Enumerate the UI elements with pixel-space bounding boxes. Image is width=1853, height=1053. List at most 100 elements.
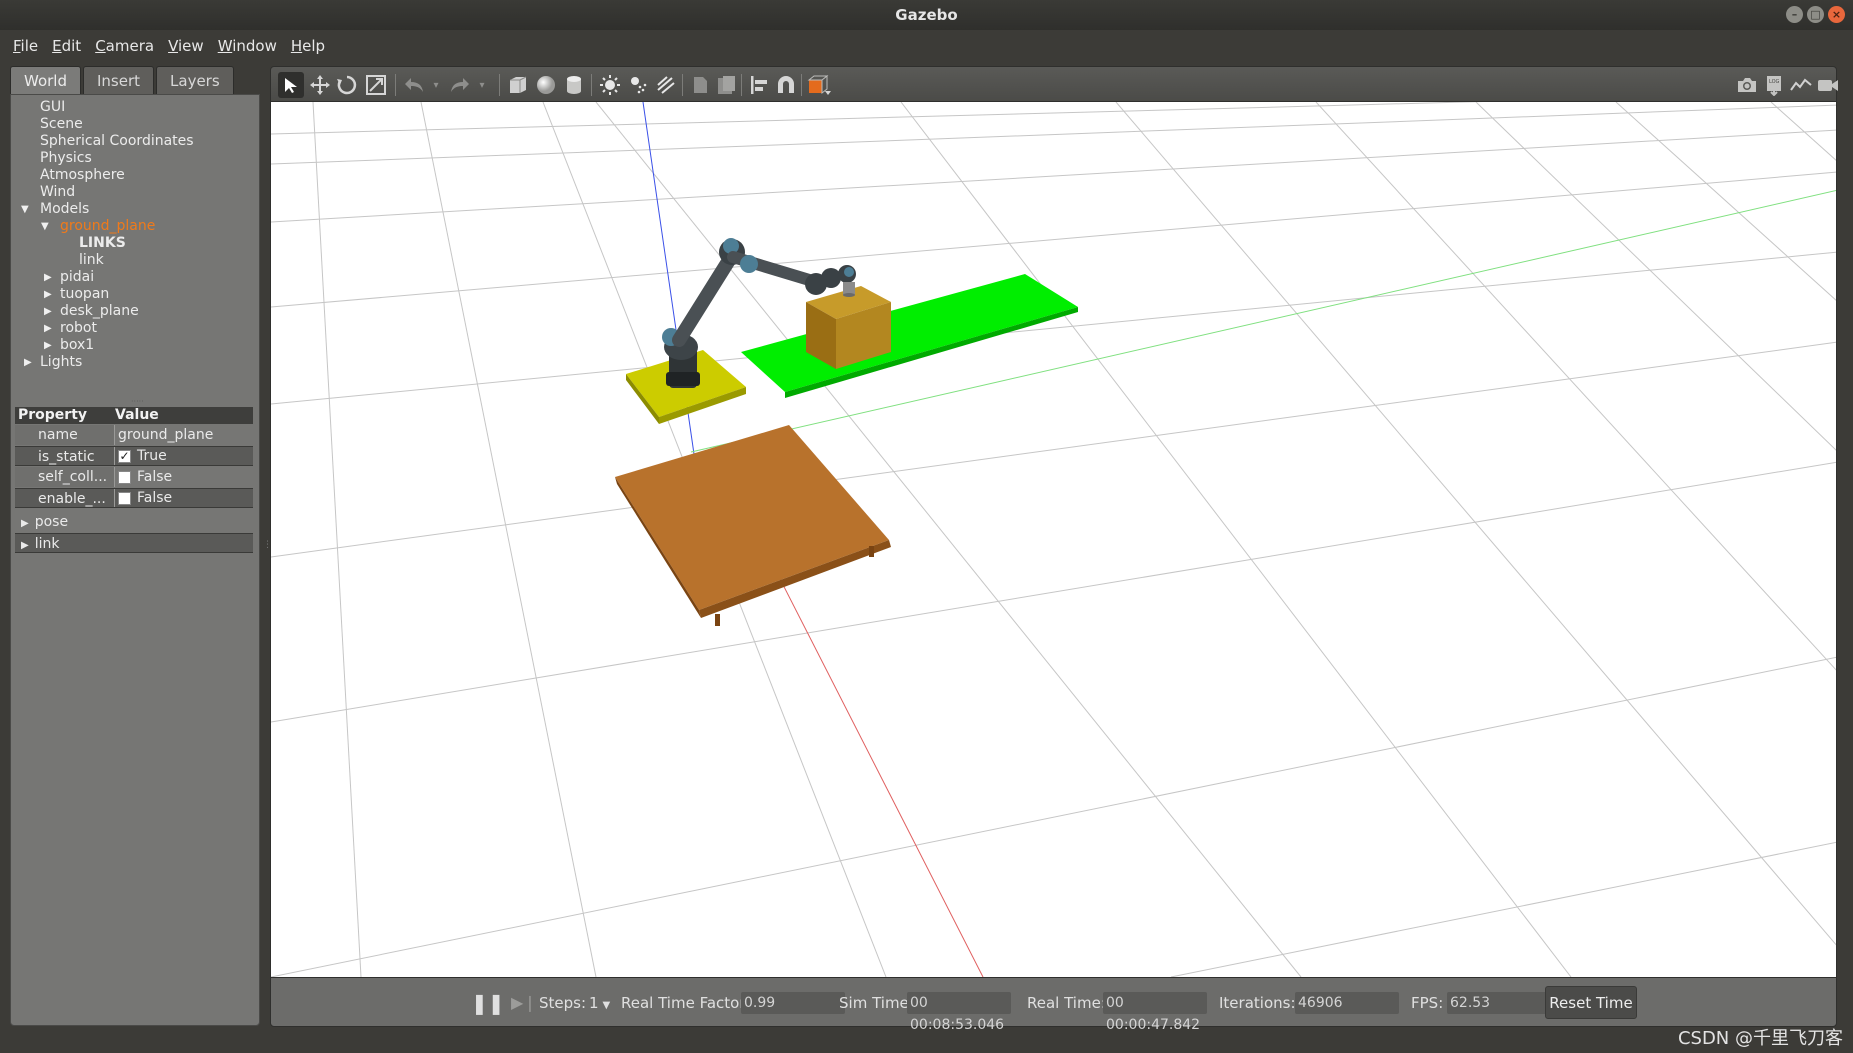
window-title: Gazebo [895,6,958,24]
plot-icon[interactable] [1788,72,1814,98]
toolbar-separator [591,74,592,96]
property-value: False [137,469,173,485]
collapsed-arrow-icon[interactable]: ▶ [24,354,32,371]
tree-item-scene[interactable]: Scene [15,116,255,133]
directional-light-icon[interactable] [653,72,679,98]
panel-tabs: World Insert Layers [10,66,260,94]
menu-file[interactable]: File [6,37,45,55]
menu-help[interactable]: Help [284,37,332,55]
tree-item-wind[interactable]: Wind [15,184,255,201]
self-collide-checkbox[interactable] [118,470,131,484]
property-group-label: link [34,536,60,552]
collapsed-arrow-icon[interactable]: ▶ [44,303,52,320]
spot-light-icon[interactable] [625,72,651,98]
video-icon[interactable] [1815,72,1841,98]
snap-icon[interactable] [773,72,799,98]
expanded-arrow-icon[interactable]: ▼ [41,218,49,235]
is-static-checkbox[interactable]: ✓ [118,449,131,463]
tree-item-link[interactable]: link [15,252,255,269]
menu-window[interactable]: Window [211,37,284,55]
steps-spinner[interactable]: 1 ▼ [589,978,610,1028]
tree-item-robot[interactable]: ▶ robot [15,320,255,337]
enable-wind-checkbox[interactable] [118,491,131,505]
property-name: name [15,425,115,445]
real-time-value: 00 00:00:47.842 [1103,992,1207,1033]
tree-item-tuopan[interactable]: ▶ tuopan [15,286,255,303]
screenshot-icon[interactable] [1734,72,1760,98]
copy-icon[interactable] [687,72,713,98]
rotate-icon[interactable] [334,72,360,98]
tree-item-spherical-coordinates[interactable]: Spherical Coordinates [15,133,255,150]
tab-insert[interactable]: Insert [83,66,155,94]
translate-icon[interactable] [307,72,333,98]
tree-item-models-label: Models [40,201,90,217]
tree-item-atmosphere[interactable]: Atmosphere [15,167,255,184]
toolbar-separator [801,74,802,96]
collapsed-arrow-icon[interactable]: ▶ [44,269,52,286]
log-icon[interactable]: LOG [1761,72,1787,98]
pause-icon[interactable]: ❚❚ [471,978,505,1028]
scene-render[interactable] [271,102,1837,977]
close-button[interactable]: × [1828,6,1845,23]
window-titlebar: Gazebo – □ × [0,0,1853,30]
property-name: self_coll... [15,467,115,487]
fps-label: FPS: [1411,994,1444,1012]
property-row-is-static[interactable]: is_static ✓ True [15,446,253,466]
undo-dropdown-icon[interactable]: ▾ [423,72,449,98]
collapsed-arrow-icon[interactable]: ▶ [44,320,52,337]
toolbar-separator [682,74,683,96]
tree-item-ground-plane[interactable]: ▼ ground_plane [15,218,255,235]
tree-item-physics[interactable]: Physics [15,150,255,167]
tree-item-desk-plane[interactable]: ▶ desk_plane [15,303,255,320]
redo-dropdown-icon[interactable]: ▾ [469,72,495,98]
tree-item-pidai-label: pidai [60,269,95,285]
tree-item-pidai[interactable]: ▶ pidai [15,269,255,286]
maximize-button[interactable]: □ [1807,6,1824,23]
scale-icon[interactable] [363,72,389,98]
tree-item-models[interactable]: ▼ Models [15,201,255,218]
select-arrow-icon[interactable] [278,72,304,98]
property-group-label: pose [34,514,69,530]
property-group-link[interactable]: ▶ link [15,533,253,553]
collapsed-arrow-icon[interactable]: ▶ [44,337,52,354]
point-light-icon[interactable] [597,72,623,98]
tab-layers[interactable]: Layers [156,66,234,94]
real-time-factor-value: 0.99 [741,992,845,1014]
menu-view[interactable]: View [161,37,211,55]
step-icon[interactable]: ▶❘ [511,978,537,1028]
scene-viewport[interactable] [270,102,1837,977]
property-row-enable-wind[interactable]: enable_... False [15,488,253,508]
menu-edit[interactable]: Edit [45,37,88,55]
desk-model[interactable] [615,425,891,626]
menu-camera[interactable]: Camera [88,37,161,55]
panel-splitter[interactable]: ····· [11,397,261,406]
property-value[interactable]: ground_plane [115,425,253,445]
collapsed-arrow-icon[interactable]: ▶ [21,518,29,529]
align-icon[interactable] [746,72,772,98]
tree-item-box1[interactable]: ▶ box1 [15,337,255,354]
property-group-pose[interactable]: ▶ pose [15,512,253,532]
collapsed-arrow-icon[interactable]: ▶ [44,286,52,303]
tree-links-header: LINKS [79,235,126,251]
tree-item-box1-label: box1 [60,337,95,353]
paste-icon[interactable] [713,72,739,98]
collapsed-arrow-icon[interactable]: ▶ [21,540,29,551]
tree-item-gui[interactable]: GUI [15,99,255,116]
tab-world[interactable]: World [10,66,81,94]
sphere-icon[interactable] [533,72,559,98]
conveyor-model[interactable] [741,274,1078,398]
property-row-name[interactable]: name ground_plane [15,425,253,445]
cylinder-icon[interactable] [561,72,587,98]
property-row-self-collide[interactable]: self_coll... False [15,467,253,487]
box-icon[interactable] [505,72,531,98]
steps-value: 1 [589,994,599,1012]
real-time-factor-label: Real Time Factor: [621,994,751,1012]
expanded-arrow-icon[interactable]: ▼ [21,201,29,218]
minimize-button[interactable]: – [1786,6,1803,23]
tree-item-lights[interactable]: ▶ Lights [15,354,255,371]
property-column-header: Property [18,407,88,423]
steps-dropdown-icon: ▼ [602,1000,611,1011]
reset-time-button[interactable]: Reset Time [1545,986,1637,1019]
iterations-label: Iterations: [1219,994,1296,1012]
view-angle-icon[interactable] [806,72,832,98]
